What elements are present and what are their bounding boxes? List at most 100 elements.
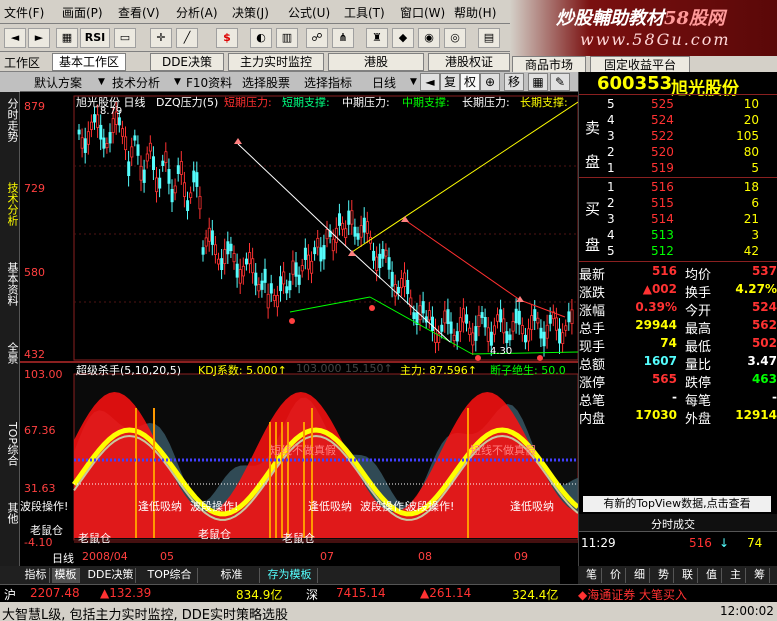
flag-icon[interactable]: ◐ bbox=[250, 28, 272, 48]
menu-screen[interactable]: 画面(P) bbox=[62, 4, 103, 21]
chart-icon[interactable]: ▥ bbox=[276, 28, 298, 48]
order-row[interactable]: 2 515 6 bbox=[579, 196, 777, 212]
right-tab[interactable]: 筹 bbox=[750, 568, 770, 583]
order-row[interactable]: 4 513 3 bbox=[579, 228, 777, 244]
chart-area[interactable]: 旭光股份 日线 DZQ压力(5) 短期压力: 短期支撑: 中期压力: 中期支撑:… bbox=[20, 92, 580, 570]
right-tab[interactable]: 主 bbox=[726, 568, 746, 583]
fu-button[interactable]: 复 bbox=[440, 73, 460, 91]
order-row[interactable]: 2 520 80 bbox=[579, 145, 777, 161]
trades-title: 分时成交 bbox=[651, 518, 695, 531]
window-icon[interactable]: ▭ bbox=[114, 28, 136, 48]
pen-icon[interactable]: ✎ bbox=[550, 73, 570, 91]
back-icon[interactable]: ◄ bbox=[4, 28, 26, 48]
right-tab[interactable]: 势 bbox=[654, 568, 674, 583]
dollar-icon[interactable]: $ bbox=[216, 28, 238, 48]
prev-icon[interactable]: ◄ bbox=[420, 73, 440, 91]
chevron-down-icon[interactable]: ▼ bbox=[174, 77, 181, 87]
order-row[interactable]: 5 525 10 bbox=[579, 97, 777, 113]
annotation-no-trade: 短线不做真假 bbox=[470, 444, 536, 457]
candle-body bbox=[403, 272, 407, 287]
right-tab[interactable]: 笔 bbox=[582, 568, 602, 583]
car-icon[interactable]: ♜ bbox=[366, 28, 388, 48]
right-tab[interactable]: 联 bbox=[678, 568, 698, 583]
candle-body bbox=[127, 161, 131, 177]
x-tick-2: 07 bbox=[320, 550, 334, 563]
menu-tools[interactable]: 工具(T) bbox=[344, 4, 385, 21]
main-indicator-name[interactable]: DZQ压力(5) bbox=[156, 94, 218, 110]
menu-decision[interactable]: 决策(J) bbox=[232, 4, 269, 21]
filter-icon[interactable]: ⋔ bbox=[332, 28, 354, 48]
rsi-icon[interactable]: RSI bbox=[80, 28, 110, 48]
candle-body bbox=[356, 233, 360, 240]
menu-file[interactable]: 文件(F) bbox=[4, 4, 44, 21]
select-indicator[interactable]: 选择指标 bbox=[304, 74, 352, 91]
right-tab[interactable]: 细 bbox=[630, 568, 650, 583]
menu-formula[interactable]: 公式(U) bbox=[288, 4, 330, 21]
order-row[interactable]: 3 514 21 bbox=[579, 212, 777, 228]
candle-body bbox=[235, 263, 239, 278]
tab-time-chart[interactable]: 分时走势 bbox=[2, 98, 19, 142]
tab-main-monitor[interactable]: 主力实时监控 bbox=[228, 53, 324, 71]
menu-window[interactable]: 窗口(W) bbox=[400, 4, 445, 21]
tab-panorama[interactable]: 全景 bbox=[2, 342, 19, 364]
menu-analysis[interactable]: 分析(A) bbox=[176, 4, 218, 21]
tab-hk-warrant[interactable]: 港股权证 bbox=[428, 53, 510, 71]
quote-row: 总额 1607 量比 3.47 bbox=[579, 354, 777, 373]
right-tab[interactable]: 值 bbox=[702, 568, 722, 583]
quote-key: 换手 bbox=[685, 286, 712, 301]
chevron-down-icon[interactable]: ▼ bbox=[410, 77, 417, 87]
line-draw-icon[interactable]: ╱ bbox=[176, 28, 198, 48]
btab-save-template[interactable]: 存为模板 bbox=[262, 568, 318, 583]
tab-other[interactable]: 其他 bbox=[2, 502, 19, 524]
order-row[interactable]: 1 519 5 bbox=[579, 161, 777, 177]
btab-indicator[interactable]: 指标 bbox=[22, 568, 50, 583]
default-scheme[interactable]: 默认方案 bbox=[34, 74, 82, 91]
order-vol: 3 bbox=[751, 228, 759, 242]
zoom-icon[interactable]: ⊕ bbox=[480, 73, 500, 91]
quote-value: 565 bbox=[651, 372, 677, 386]
grid-view-icon[interactable]: ▦ bbox=[56, 28, 78, 48]
candle-body bbox=[334, 227, 338, 243]
menu-view[interactable]: 查看(V) bbox=[118, 4, 160, 21]
btab-template[interactable]: 模板 bbox=[52, 568, 80, 583]
tab-tech-analysis[interactable]: 技术分析 bbox=[2, 182, 19, 226]
grid-icon[interactable]: ▦ bbox=[528, 73, 548, 91]
tech-analysis[interactable]: 技术分析 bbox=[112, 74, 160, 91]
topview-button[interactable]: 有新的TopView数据,点击查看 bbox=[583, 496, 771, 512]
candle-body bbox=[365, 221, 369, 234]
pill-icon[interactable]: ◉ bbox=[418, 28, 440, 48]
order-row[interactable]: 5 512 42 bbox=[579, 244, 777, 260]
forward-icon[interactable]: ► bbox=[28, 28, 50, 48]
print-icon[interactable]: ▤ bbox=[478, 28, 500, 48]
btab-top[interactable]: TOP综合 bbox=[142, 568, 198, 583]
f10-info[interactable]: F10资料 bbox=[186, 74, 232, 91]
menu-help[interactable]: 帮助(H) bbox=[454, 4, 496, 21]
btab-standard[interactable]: 标准 bbox=[204, 568, 260, 583]
tab-dde[interactable]: DDE决策 bbox=[150, 53, 224, 71]
order-row[interactable]: 4 524 20 bbox=[579, 113, 777, 129]
legend-short-support: 短期支撑: bbox=[282, 96, 330, 109]
sh-label: 沪 bbox=[4, 588, 17, 602]
pill2-icon[interactable]: ◎ bbox=[444, 28, 466, 48]
yi-button[interactable]: 移 bbox=[504, 73, 524, 91]
tab-basic-info[interactable]: 基本资料 bbox=[2, 262, 19, 306]
btab-dde[interactable]: DDE决策 bbox=[86, 568, 136, 583]
binoculars-icon[interactable]: ☍ bbox=[306, 28, 328, 48]
order-row[interactable]: 1 516 18 bbox=[579, 180, 777, 196]
chevron-down-icon[interactable]: ▼ bbox=[98, 77, 105, 87]
right-tab[interactable]: 价 bbox=[606, 568, 626, 583]
stock-code: 600353 bbox=[597, 73, 673, 94]
quan-button[interactable]: 权 bbox=[460, 73, 480, 91]
period-daily[interactable]: 日线 bbox=[372, 74, 396, 91]
legend-mid-pressure: 中期压力: bbox=[342, 96, 390, 109]
broker-alert[interactable]: ◆海通证券 大笔买入 bbox=[578, 586, 687, 603]
order-row[interactable]: 3 522 105 bbox=[579, 129, 777, 145]
crosshair-icon[interactable]: ✛ bbox=[150, 28, 172, 48]
tab-hk[interactable]: 港股 bbox=[328, 53, 424, 71]
candle-body bbox=[477, 314, 481, 327]
workspace-select[interactable]: 基本工作区 bbox=[52, 53, 126, 71]
tab-top-composite[interactable]: TOP综合 bbox=[2, 422, 19, 466]
diamond-icon[interactable]: ◆ bbox=[392, 28, 414, 48]
candle-body bbox=[520, 325, 524, 335]
select-stock[interactable]: 选择股票 bbox=[242, 74, 290, 91]
